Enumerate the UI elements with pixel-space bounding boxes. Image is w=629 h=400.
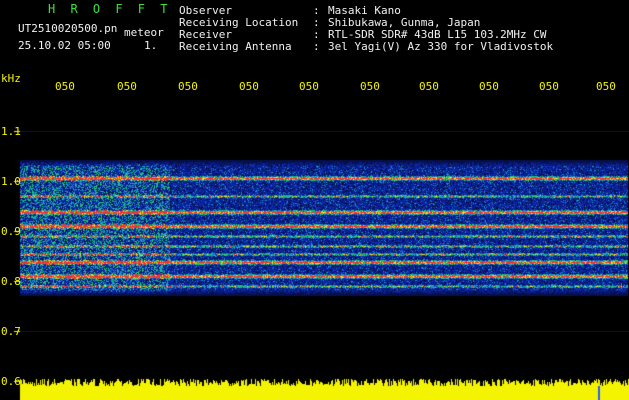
time-tick: 050 [419,80,439,93]
freq-tick: 0.8 [1,275,21,288]
freq-tick: 1.0 [1,175,21,188]
file-name: UT2510020500.pn [18,22,118,35]
spectrogram-canvas [0,0,629,400]
freq-tick: 0.7 [1,325,21,338]
time-tick: 050 [596,80,616,93]
freq-tick: 1.1 [1,125,21,138]
time-tick: 050 [239,80,259,93]
time-tick: 050 [479,80,499,93]
page-marker: 1. [144,39,158,52]
file-suffix: meteor [124,26,164,39]
antenna-label: Receiving Antenna [179,40,292,53]
time-tick: 050 [178,80,198,93]
freq-tick: 0.9 [1,225,21,238]
axis-unit-label: kHz [1,72,21,85]
antenna-value: 3el Yagi(V) Az 330 for Vladivostok [328,40,554,53]
time-tick: 050 [117,80,137,93]
app-logo: H R O F F T [48,2,172,16]
time-tick: 050 [55,80,75,93]
time-tick: 050 [539,80,559,93]
antenna-colon: : [313,40,320,53]
time-tick: 050 [299,80,319,93]
time-tick: 050 [360,80,380,93]
freq-tick: 0.6 [1,375,21,388]
date-time: 25.10.02 05:00 [18,39,111,52]
hrofft-screen: H R O F F T UT2510020500.pn meteor 25.10… [0,0,629,400]
